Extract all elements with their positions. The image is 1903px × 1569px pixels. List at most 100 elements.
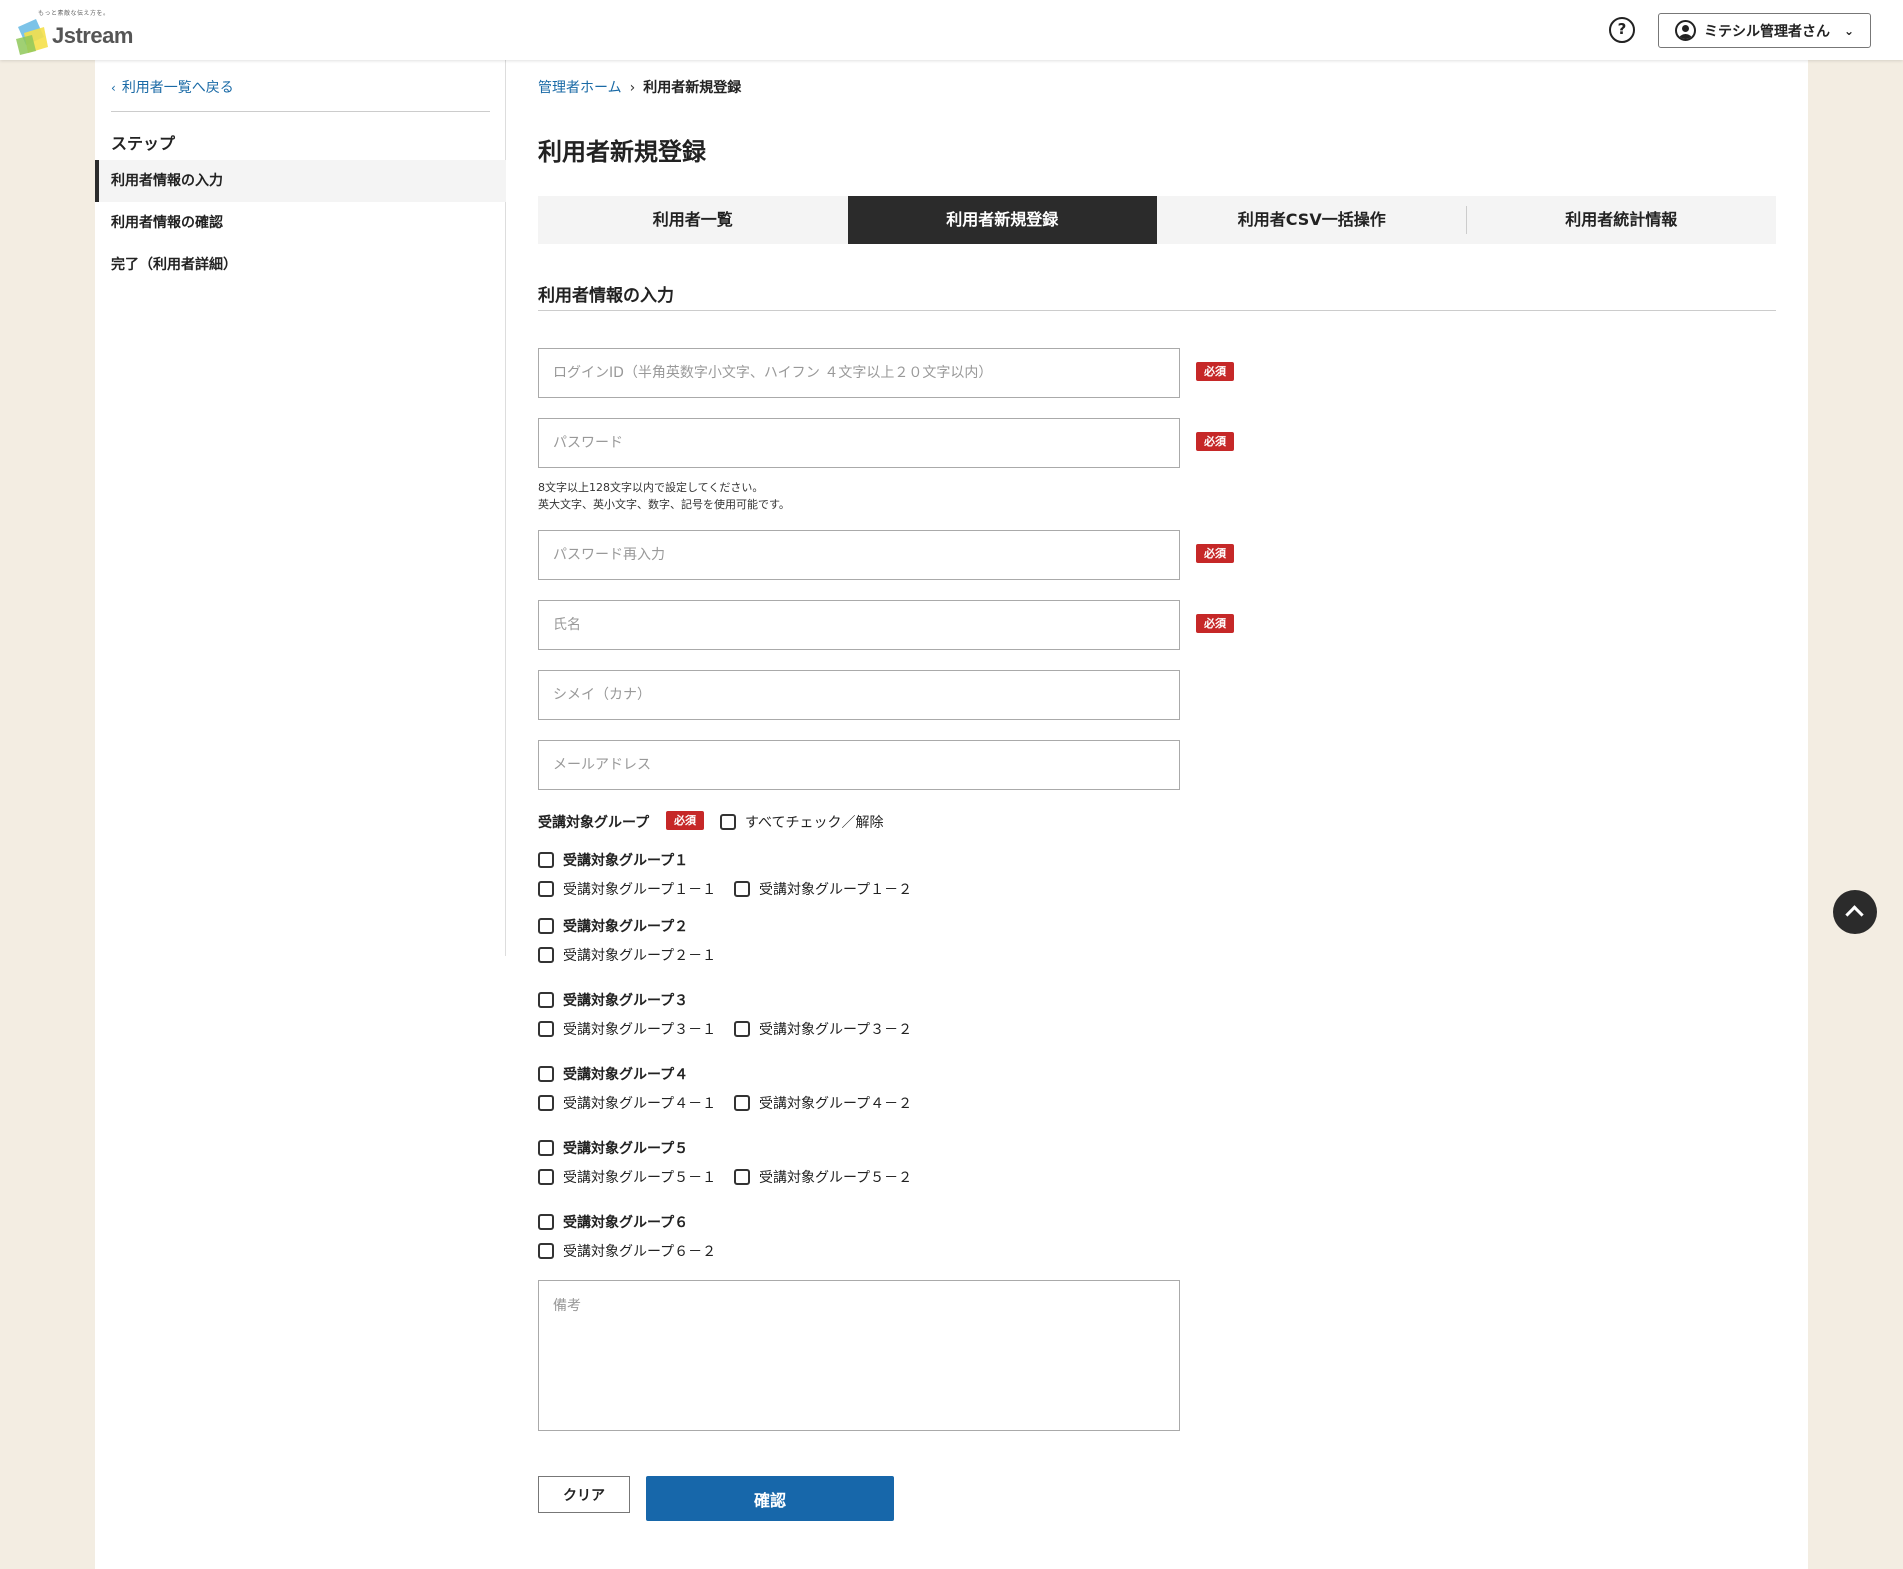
group-1-1-label: 受講対象グループ１－１: [563, 882, 717, 898]
section-title: 利用者情報の入力: [538, 286, 674, 306]
checkbox-icon: [538, 1140, 554, 1156]
tab-user-list-label: 利用者一覧: [652, 210, 733, 229]
notes-textarea[interactable]: [538, 1280, 1180, 1431]
password-input[interactable]: [538, 418, 1180, 468]
back-to-list-link[interactable]: ‹ 利用者一覧へ戻る: [111, 77, 234, 97]
group-6-2-label: 受講対象グループ６－２: [563, 1244, 717, 1260]
checkbox-icon: [538, 881, 554, 897]
group-1-1-checkbox[interactable]: 受講対象グループ１－１: [538, 879, 716, 899]
tab-user-list[interactable]: 利用者一覧: [538, 196, 848, 244]
checkbox-icon: [538, 947, 554, 963]
tab-user-csv-label: 利用者CSV一括操作: [1237, 210, 1386, 229]
group-5-2-label: 受講対象グループ５－２: [759, 1170, 913, 1186]
group-5-1-checkbox[interactable]: 受講対象グループ５－１: [538, 1167, 716, 1187]
steps-title: ステップ: [111, 134, 176, 153]
email-input[interactable]: [538, 740, 1180, 790]
checkbox-icon: [538, 852, 554, 868]
group-4-1-label: 受講対象グループ４－１: [563, 1096, 717, 1112]
group-1-2-checkbox[interactable]: 受講対象グループ１－２: [734, 879, 912, 899]
sidebar-divider: [111, 111, 490, 112]
group-2-checkbox[interactable]: 受講対象グループ２: [538, 916, 688, 936]
kana-input[interactable]: [538, 670, 1180, 720]
step-confirm: 利用者情報の確認: [111, 215, 223, 231]
confirm-button[interactable]: 確認: [646, 1476, 894, 1521]
name-input[interactable]: [538, 600, 1180, 650]
user-avatar-icon: [1675, 20, 1696, 41]
check-all-checkbox[interactable]: すべてチェック／解除: [720, 812, 883, 832]
group-1-checkbox[interactable]: 受講対象グループ１: [538, 850, 688, 870]
group-4-2-label: 受講対象グループ４－２: [759, 1096, 913, 1112]
step-input: 利用者情報の入力: [95, 160, 506, 202]
checkbox-icon: [734, 1095, 750, 1111]
checkbox-icon: [734, 1169, 750, 1185]
group-5-checkbox[interactable]: 受講対象グループ５: [538, 1138, 688, 1158]
checkbox-icon: [720, 814, 736, 830]
breadcrumb: 管理者ホーム › 利用者新規登録: [538, 77, 741, 97]
page-title: 利用者新規登録: [538, 138, 706, 166]
group-3-1-label: 受講対象グループ３－１: [563, 1022, 717, 1038]
tab-user-csv[interactable]: 利用者CSV一括操作: [1157, 196, 1467, 244]
required-badge: 必須: [1196, 544, 1234, 563]
group-5-1-label: 受講対象グループ５－１: [563, 1170, 717, 1186]
tab-user-stats-label: 利用者統計情報: [1565, 210, 1678, 229]
group-3-2-label: 受講対象グループ３－２: [759, 1022, 913, 1038]
tab-user-stats[interactable]: 利用者統計情報: [1467, 196, 1777, 244]
group-5-2-checkbox[interactable]: 受講対象グループ５－２: [734, 1167, 912, 1187]
group-4-label: 受講対象グループ４: [563, 1067, 689, 1083]
group-5-label: 受講対象グループ５: [563, 1141, 689, 1157]
checkbox-icon: [538, 1095, 554, 1111]
sidebar: ‹ 利用者一覧へ戻る ステップ 利用者情報の入力 利用者情報の確認 完了（利用者詳…: [95, 60, 506, 956]
group-1-label: 受講対象グループ１: [563, 853, 689, 869]
group-2-label: 受講対象グループ２: [563, 919, 689, 935]
password-hint-line-2: 英大文字、英小文字、数字、記号を使用可能です。: [538, 498, 790, 511]
checkbox-icon: [538, 1169, 554, 1185]
chevron-left-icon: ‹: [111, 81, 116, 95]
password-hint-line-1: 8文字以上128文字以内で設定してください。: [538, 481, 764, 494]
checkbox-icon: [538, 1021, 554, 1037]
scroll-to-top-icon[interactable]: [1833, 890, 1877, 934]
app-header: もっと素敵な伝え方を。 Jstream ? ミテシル管理者さん ⌄: [0, 0, 1903, 60]
group-2-1-checkbox[interactable]: 受講対象グループ２－１: [538, 945, 716, 965]
required-badge: 必須: [1196, 614, 1234, 633]
step-complete: 完了（利用者詳細）: [111, 257, 237, 273]
group-6-2-checkbox[interactable]: 受講対象グループ６－２: [538, 1241, 716, 1261]
group-3-2-checkbox[interactable]: 受講対象グループ３－２: [734, 1019, 912, 1039]
back-link-label: 利用者一覧へ戻る: [121, 80, 234, 96]
group-3-1-checkbox[interactable]: 受講対象グループ３－１: [538, 1019, 716, 1039]
group-1-2-label: 受講対象グループ１－２: [759, 882, 913, 898]
checkbox-icon: [538, 1243, 554, 1259]
group-4-2-checkbox[interactable]: 受講対象グループ４－２: [734, 1093, 912, 1113]
required-badge: 必須: [666, 811, 704, 830]
tab-user-register[interactable]: 利用者新規登録: [847, 196, 1157, 244]
clear-button[interactable]: クリア: [538, 1476, 630, 1513]
section-divider: [538, 310, 1776, 311]
jstream-logo[interactable]: もっと素敵な伝え方を。 Jstream: [14, 5, 133, 55]
group-6-label: 受講対象グループ６: [563, 1215, 689, 1231]
password-hint: 8文字以上128文字以内で設定してください。 英大文字、英小文字、数字、記号を使…: [538, 479, 790, 513]
checkbox-icon: [734, 881, 750, 897]
group-3-checkbox[interactable]: 受講対象グループ３: [538, 990, 688, 1010]
checkbox-icon: [734, 1021, 750, 1037]
required-badge: 必須: [1196, 362, 1234, 381]
breadcrumb-home-link[interactable]: 管理者ホーム: [538, 80, 622, 96]
help-icon[interactable]: ?: [1609, 17, 1635, 43]
tab-bar: 利用者一覧 利用者新規登録 利用者CSV一括操作 利用者統計情報: [538, 196, 1776, 244]
breadcrumb-current: 利用者新規登録: [643, 80, 742, 96]
group-4-checkbox[interactable]: 受講対象グループ４: [538, 1064, 688, 1084]
login-id-input[interactable]: [538, 348, 1180, 398]
user-name: ミテシル管理者さん: [1704, 23, 1830, 40]
user-menu-button[interactable]: ミテシル管理者さん ⌄: [1658, 13, 1871, 48]
chevron-down-icon: ⌄: [1844, 23, 1855, 38]
checkbox-icon: [538, 1214, 554, 1230]
group-3-label: 受講対象グループ３: [563, 993, 689, 1009]
group-4-1-checkbox[interactable]: 受講対象グループ４－１: [538, 1093, 716, 1113]
group-2-1-label: 受講対象グループ２－１: [563, 948, 717, 964]
required-badge: 必須: [1196, 432, 1234, 451]
check-all-label: すべてチェック／解除: [745, 815, 884, 831]
tab-user-register-label: 利用者新規登録: [946, 210, 1059, 229]
checkbox-icon: [538, 992, 554, 1008]
logo-tagline: もっと素敵な伝え方を。: [38, 10, 110, 17]
group-6-checkbox[interactable]: 受講対象グループ６: [538, 1212, 688, 1232]
checkbox-icon: [538, 918, 554, 934]
password-confirm-input[interactable]: [538, 530, 1180, 580]
